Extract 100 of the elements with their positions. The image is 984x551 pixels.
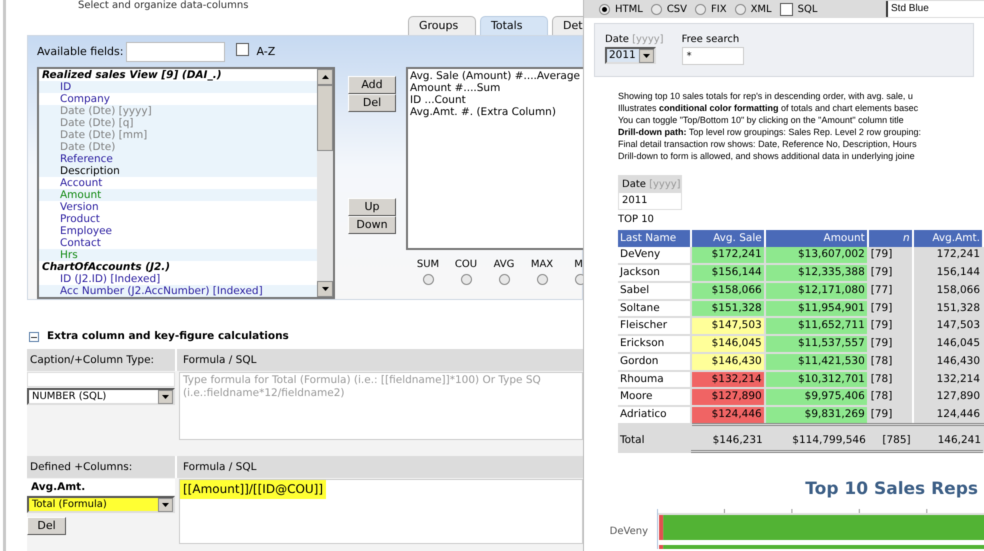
format-label: FIX bbox=[711, 2, 727, 16]
table-cell: Fleischer bbox=[618, 317, 691, 335]
sort-checkbox[interactable] bbox=[236, 42, 250, 56]
chart-title: Top 10 Sales Reps bbox=[804, 478, 979, 499]
field-list-item[interactable]: Hrs bbox=[39, 249, 317, 261]
totals-list-item[interactable]: Avg. Sale (Amount) #....Average bbox=[410, 70, 583, 82]
table-cell: [79] bbox=[868, 264, 913, 282]
bar-marker bbox=[659, 544, 664, 549]
column-header[interactable]: Amount bbox=[764, 230, 868, 247]
formula-field[interactable]: [[Amount]]/[[ID@COU]] bbox=[179, 479, 583, 544]
field-list-item[interactable]: Date (Dte) [mm] bbox=[39, 129, 317, 141]
table-cell: Moore bbox=[618, 388, 691, 406]
totals-list-item[interactable]: Avg.Amt. #. (Extra Column) bbox=[410, 106, 583, 118]
total-cell: 146,241 bbox=[912, 424, 983, 452]
style-field[interactable]: Std Blue bbox=[886, 1, 984, 17]
table-cell: 158,066 bbox=[912, 282, 983, 300]
reorder-button[interactable]: Up bbox=[348, 198, 396, 216]
totals-list[interactable]: Avg. Sale (Amount) #....Average Amount #....Sum ID ...Count Avg.Amt. #. (Extra Column) bbox=[406, 67, 583, 250]
total-cell: $146,231 bbox=[690, 424, 765, 452]
table-cell: 146,045 bbox=[912, 335, 983, 353]
format-radio[interactable] bbox=[734, 4, 746, 14]
filter-label: Free search bbox=[682, 34, 740, 46]
sql-checkbox[interactable] bbox=[780, 2, 793, 16]
format-label: SQL bbox=[798, 2, 818, 16]
field-list-item[interactable]: Amount bbox=[39, 189, 317, 201]
tab[interactable]: Totals bbox=[480, 16, 548, 35]
field-list-item[interactable]: Acc Number (J2.AccNumber) [Indexed] bbox=[39, 285, 317, 297]
table-cell: [77] bbox=[868, 282, 913, 300]
reorder-button[interactable]: Down bbox=[348, 216, 396, 234]
table-cell: $127,890 bbox=[690, 388, 765, 406]
checkbox-label: A-Z bbox=[256, 44, 276, 60]
description-line: You can toggle "Top/Bottom 10" by clicking on the "Amount" column title bbox=[618, 114, 905, 126]
section-heading: Select and organize data-columns bbox=[77, 0, 250, 11]
table-cell: 124,446 bbox=[912, 406, 983, 424]
field-list-item[interactable]: Date (Dte) [yyyy] bbox=[39, 105, 317, 117]
table-cell: 172,241 bbox=[912, 247, 983, 264]
aggregate-radio[interactable] bbox=[460, 274, 472, 285]
section-title: Extra column and key-figure calculations bbox=[47, 329, 289, 344]
scroll-down-arrow-icon[interactable] bbox=[322, 287, 328, 291]
table-cell: [79] bbox=[868, 406, 913, 424]
field-list-item[interactable]: Date (Dte) bbox=[39, 141, 317, 153]
description-line: Drill-down to form is allowed, and shows additional data in underlying joine bbox=[618, 150, 916, 162]
list-action-button[interactable]: Add bbox=[348, 76, 396, 94]
field-search-input[interactable] bbox=[126, 42, 226, 62]
field-label: Available fields: bbox=[37, 44, 124, 60]
format-radio[interactable] bbox=[650, 4, 662, 14]
field-list-item[interactable]: Reference bbox=[39, 153, 317, 165]
bar-marker bbox=[659, 514, 664, 540]
list-action-button[interactable]: Del bbox=[348, 94, 396, 112]
totals-list-item[interactable]: ID ...Count bbox=[410, 94, 583, 106]
table-cell: $11,652,711 bbox=[764, 317, 868, 335]
aggregate-label: COU bbox=[454, 259, 478, 271]
aggregate-radio[interactable] bbox=[422, 274, 434, 285]
column-header[interactable]: Last Name bbox=[618, 230, 691, 247]
table-cell: Jackson bbox=[618, 264, 691, 282]
total-cell: $114,799,546 bbox=[764, 424, 868, 452]
aggregate-label: MAX bbox=[530, 259, 554, 271]
column-header[interactable]: Avg. Sale bbox=[690, 230, 765, 247]
table-cell: [78] bbox=[868, 388, 913, 406]
axis-line bbox=[657, 508, 658, 549]
table-cell: $9,975,406 bbox=[764, 388, 868, 406]
scrollbar[interactable] bbox=[317, 69, 333, 297]
field-list-item[interactable]: Date (Dte) [q] bbox=[39, 117, 317, 129]
tab[interactable]: Groups bbox=[408, 16, 476, 35]
column-type-select[interactable]: NUMBER (SQL) bbox=[27, 388, 175, 405]
caption-input[interactable] bbox=[27, 372, 175, 387]
scroll-up-arrow-icon[interactable] bbox=[322, 75, 328, 79]
table-cell: 156,144 bbox=[912, 264, 983, 282]
table-cell: $13,607,002 bbox=[764, 247, 868, 264]
format-radio[interactable] bbox=[599, 4, 610, 14]
column-type-select[interactable]: Total (Formula) bbox=[27, 496, 175, 513]
description-line: Drill-down path: Top level row groupings: Sales Rep. Level 2 row grouping: bbox=[618, 126, 922, 138]
format-label: CSV bbox=[666, 2, 687, 16]
field-list-item[interactable]: Description bbox=[39, 165, 317, 177]
aggregate-label: AVG bbox=[494, 259, 514, 271]
formula-input[interactable]: Type formula for Total (Formula) (i.e.: [[fieldname]]*100) Or Type SQ (i.e.:fieldname*12/fieldname2) bbox=[179, 372, 583, 440]
search-input[interactable]: * bbox=[682, 47, 744, 65]
column-header[interactable]: n bbox=[868, 230, 913, 247]
field-list-item[interactable]: ID bbox=[39, 81, 317, 93]
totals-list-item[interactable]: Amount #....Sum bbox=[410, 82, 583, 94]
aggregate-radio[interactable] bbox=[574, 274, 583, 285]
column-header: Formula / SQL bbox=[182, 353, 256, 368]
collapse-icon[interactable] bbox=[29, 332, 39, 342]
table-cell: [78] bbox=[868, 352, 913, 370]
delete-button[interactable]: Del bbox=[27, 517, 66, 535]
table-cell: 132,214 bbox=[912, 370, 983, 388]
description-line: Illustrates conditional color formatting of totals and chart elements basec bbox=[618, 102, 920, 114]
field-list[interactable] bbox=[37, 67, 335, 299]
year-select[interactable]: 2011 bbox=[605, 47, 656, 64]
tab[interactable]: Det bbox=[552, 16, 583, 35]
format-radio[interactable] bbox=[695, 4, 706, 14]
bar-label: DeVeny bbox=[608, 524, 649, 539]
table-cell: $12,335,388 bbox=[764, 264, 868, 282]
table-cell: Erickson bbox=[618, 335, 691, 353]
table-cell: $147,503 bbox=[690, 317, 765, 335]
column-name: Avg.Amt. bbox=[27, 479, 175, 495]
aggregate-radio[interactable] bbox=[498, 274, 510, 285]
column-header[interactable]: Avg.Amt. bbox=[912, 230, 983, 247]
description-line: Showing top 10 sales totals for rep's in descending order, with avg. sale, u bbox=[618, 90, 914, 102]
aggregate-radio[interactable] bbox=[536, 274, 548, 285]
